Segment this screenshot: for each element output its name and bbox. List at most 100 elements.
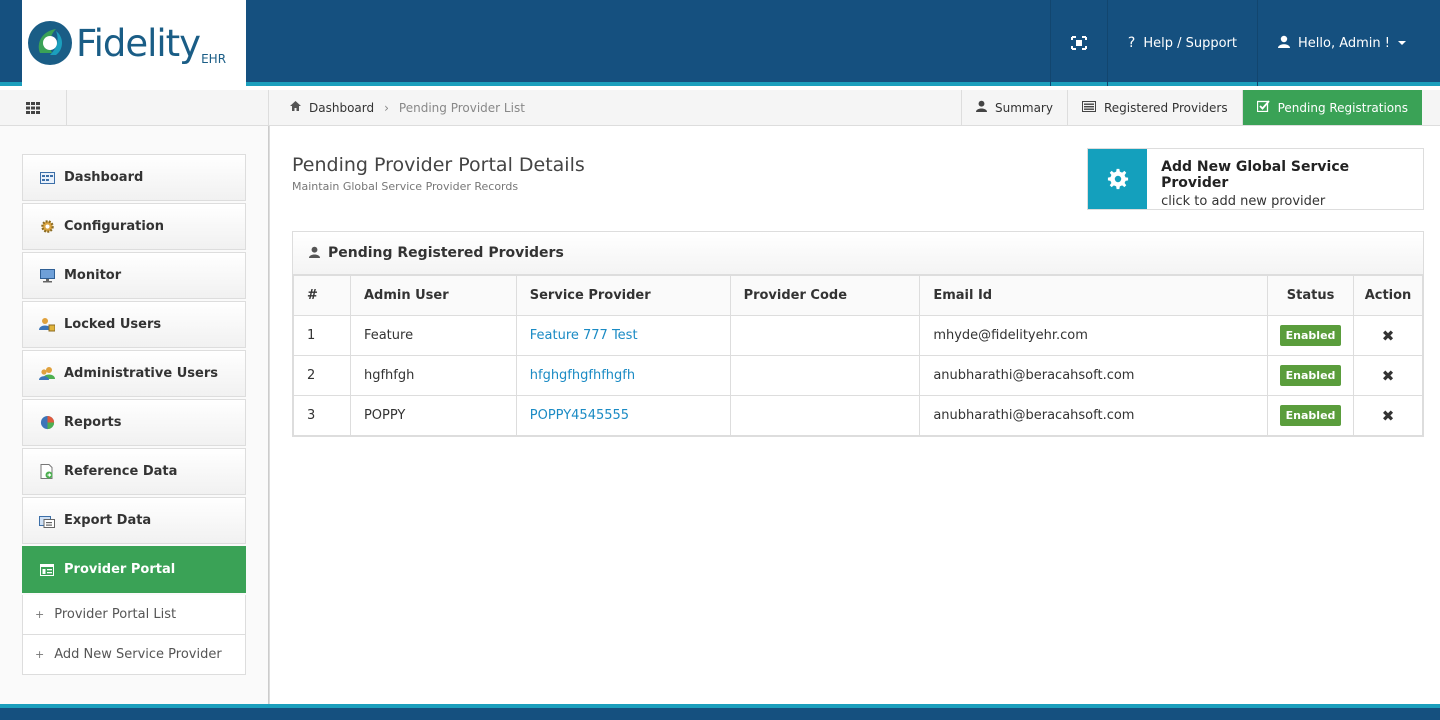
sub-toolbar: Dashboard › Pending Provider List Summar… (0, 90, 1440, 126)
grid-icon (26, 101, 40, 114)
row-number: 1 (293, 315, 351, 356)
fullscreen-button[interactable] (1049, 0, 1107, 86)
status-cell: Enabled (1267, 395, 1354, 436)
gear-icon (39, 220, 55, 234)
sidebar-item-label: Administrative Users (64, 366, 218, 381)
panel-header: Pending Registered Providers (293, 232, 1423, 275)
column-header[interactable]: Status (1267, 275, 1354, 316)
add-global-service-provider-button[interactable]: Add New Global Service Provider click to… (1087, 148, 1424, 210)
submenu-label: Provider Portal List (54, 607, 177, 622)
top-nav: ? Help / Support Hello, Admin ! (1049, 0, 1440, 86)
user-icon (975, 100, 987, 115)
plus-icon: + (35, 608, 45, 621)
top-header: Fidelity EHR ? Help / Support Hello, Adm… (0, 0, 1440, 86)
chevron-down-icon (1398, 41, 1406, 45)
table-row: 3 POPPY POPPY4545555 anubharathi@beracah… (293, 395, 1423, 436)
action-cell: ✖ (1353, 395, 1423, 436)
provider-code-cell (729, 395, 921, 436)
service-provider-link[interactable]: Feature 777 Test (515, 315, 731, 356)
sub-tabs: Summary Registered Providers Pending Reg… (960, 90, 1422, 125)
sidebar-item-label: Dashboard (64, 170, 144, 185)
provider-portal-icon (39, 563, 55, 577)
sidebar-item-dashboard[interactable]: Dashboard (22, 154, 246, 201)
user-icon (309, 246, 320, 261)
service-provider-link[interactable]: POPPY4545555 (515, 395, 731, 436)
delete-icon[interactable]: ✖ (1382, 327, 1395, 345)
tab-summary[interactable]: Summary (960, 90, 1067, 125)
delete-icon[interactable]: ✖ (1382, 407, 1395, 425)
fidelity-logo-icon (28, 21, 72, 65)
column-header: Action (1353, 275, 1423, 316)
status-badge: Enabled (1279, 325, 1342, 346)
table-row: 1 Feature Feature 777 Test mhyde@fidelit… (293, 315, 1423, 356)
user-greeting: Hello, Admin ! (1298, 35, 1390, 51)
status-badge: Enabled (1279, 365, 1342, 386)
sidebar-divider (268, 126, 269, 704)
action-cell: ✖ (1353, 355, 1423, 396)
sidebar-item-reference-data[interactable]: Reference Data (22, 448, 246, 495)
table-row: 2 hgfhfgh hfghgfhgfhfhgfh anubharathi@be… (293, 355, 1423, 396)
email-cell: mhyde@fidelityehr.com (919, 315, 1269, 356)
delete-icon[interactable]: ✖ (1382, 367, 1395, 385)
footer-bar (0, 704, 1440, 720)
page-title: Pending Provider Portal Details (292, 154, 585, 176)
sidebar-item-reports[interactable]: Reports (22, 399, 246, 446)
pending-providers-panel: Pending Registered Providers # Admin Use… (292, 231, 1424, 437)
chevron-right-icon: › (384, 100, 389, 115)
column-header[interactable]: Provider Code (729, 275, 921, 316)
user-menu[interactable]: Hello, Admin ! (1257, 0, 1440, 86)
panel-title: Pending Registered Providers (328, 245, 564, 261)
submenu-label: Add New Service Provider (54, 647, 222, 662)
submenu-provider-portal-list[interactable]: + Provider Portal List (22, 595, 246, 635)
tab-registered-providers[interactable]: Registered Providers (1066, 90, 1242, 125)
help-support-link[interactable]: ? Help / Support (1106, 0, 1257, 86)
sidebar-item-configuration[interactable]: Configuration (22, 203, 246, 250)
column-header[interactable]: Admin User (349, 275, 517, 316)
breadcrumb-dashboard[interactable]: Dashboard (309, 101, 374, 115)
sidebar-item-label: Reference Data (64, 464, 178, 479)
tab-pending-registrations[interactable]: Pending Registrations (1241, 90, 1422, 125)
question-icon: ? (1127, 35, 1136, 51)
add-card-icon-box (1088, 149, 1148, 209)
apps-grid-button[interactable] (0, 90, 67, 125)
monitor-icon (39, 268, 55, 283)
add-card-title: Add New Global Service Provider (1161, 159, 1350, 191)
column-header[interactable]: Email Id (919, 275, 1269, 316)
logo-text: Fidelity (76, 21, 201, 65)
sidebar-item-monitor[interactable]: Monitor (22, 252, 246, 299)
sidebar-item-provider-portal[interactable]: Provider Portal (22, 546, 246, 593)
sidebar-menu: Dashboard Configuration Monitor Locked U… (22, 154, 246, 675)
plus-icon: + (35, 648, 45, 661)
sidebar-item-label: Locked Users (64, 317, 162, 332)
export-data-icon (39, 514, 55, 528)
column-header[interactable]: Service Provider (515, 275, 731, 316)
logo[interactable]: Fidelity EHR (22, 0, 246, 86)
sidebar-item-locked-users[interactable]: Locked Users (22, 301, 246, 348)
help-support-label: Help / Support (1143, 35, 1237, 51)
sidebar-item-administrative-users[interactable]: Administrative Users (22, 350, 246, 397)
sidebar: Dashboard Configuration Monitor Locked U… (0, 126, 270, 704)
breadcrumb: Dashboard › Pending Provider List (290, 90, 525, 125)
sidebar-item-export-data[interactable]: Export Data (22, 497, 246, 544)
service-provider-link[interactable]: hfghgfhgfhfhgfh (515, 355, 731, 396)
status-cell: Enabled (1267, 355, 1354, 396)
provider-code-cell (729, 355, 921, 396)
pie-chart-icon (39, 415, 55, 430)
email-cell: anubharathi@beracahsoft.com (919, 395, 1269, 436)
tab-summary-label: Summary (994, 100, 1053, 115)
sidebar-item-label: Provider Portal (64, 562, 176, 577)
admin-users-icon (39, 367, 55, 381)
row-number: 2 (293, 355, 351, 396)
admin-user-cell: POPPY (349, 395, 517, 436)
sidebar-item-label: Export Data (64, 513, 152, 528)
checkbox-icon (1256, 100, 1270, 115)
email-cell: anubharathi@beracahsoft.com (919, 355, 1269, 396)
tab-pending-registrations-label: Pending Registrations (1277, 100, 1408, 115)
status-cell: Enabled (1267, 315, 1354, 356)
locked-users-icon (39, 318, 55, 332)
table-header-row: # Admin User Service Provider Provider C… (293, 275, 1423, 316)
add-card-text: Add New Global Service Provider click to… (1147, 149, 1423, 209)
user-icon (1278, 35, 1290, 52)
sidebar-item-label: Reports (64, 415, 122, 430)
submenu-add-new-service-provider[interactable]: + Add New Service Provider (22, 635, 246, 675)
